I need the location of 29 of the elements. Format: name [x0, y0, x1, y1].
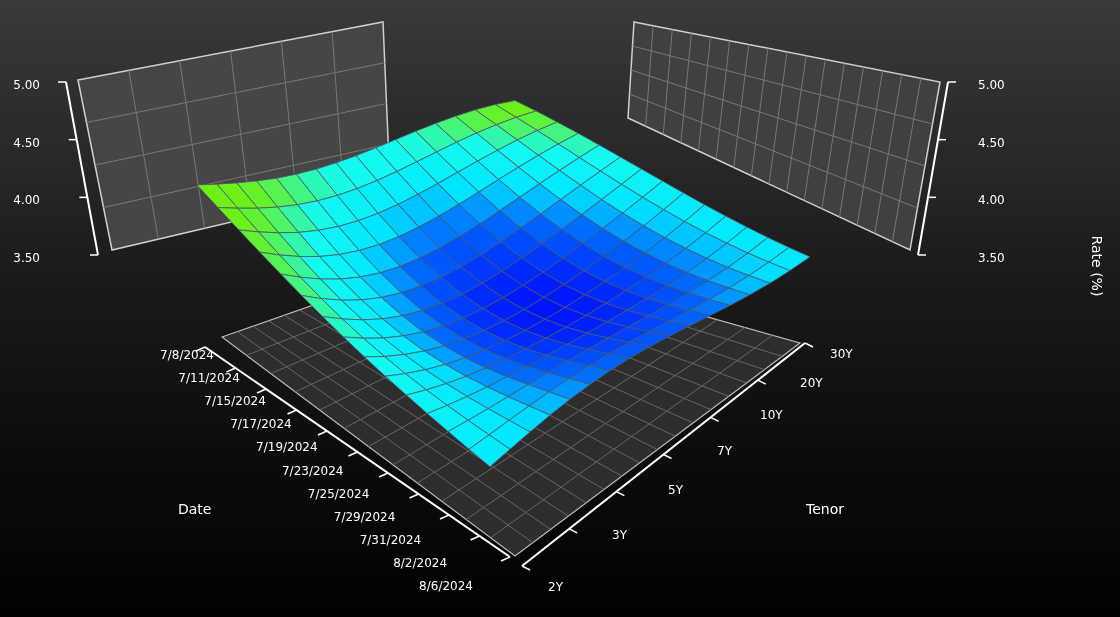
axis-tick-label: 8/6/2024: [419, 579, 473, 593]
axis-tick-label: 7/31/2024: [359, 532, 422, 547]
axis-tick-label: 7/15/2024: [204, 394, 266, 409]
axis-tick-label: 10Y: [760, 408, 783, 422]
axis-tick-label: 5.00: [978, 78, 1005, 92]
axis-tick-label: 20Y: [800, 376, 823, 390]
axis-tick-label: 7/11/2024: [178, 371, 240, 386]
axis-tick-label: 7Y: [717, 444, 732, 458]
axis-tick-label: 3.50: [978, 251, 1005, 265]
axis-tick-label: 5Y: [668, 483, 683, 497]
axis-tick-label: 7/23/2024: [281, 463, 344, 478]
axis-tick-label: 3.50: [13, 251, 40, 265]
axis-tick-label: 7/19/2024: [256, 440, 318, 455]
axis-title: Date: [178, 501, 212, 517]
axis-tick-label: 4.50: [13, 135, 40, 150]
axis-tick-label: 7/17/2024: [230, 417, 292, 432]
axis-tick-label: 7/29/2024: [333, 509, 396, 524]
axis-tick-label: 4.00: [978, 193, 1005, 208]
axis-tick-label: 3Y: [612, 528, 627, 542]
axis-tick-label: 2Y: [548, 580, 563, 594]
axis-tick-label: 4.00: [13, 193, 40, 208]
axis-tick-label: 4.50: [978, 135, 1005, 150]
axis-tick-label: 7/8/2024: [160, 348, 214, 362]
axis-tick-label: 8/2/2024: [393, 555, 448, 570]
axis-tick-label: 5.00: [13, 78, 40, 92]
axis-title: Tenor: [806, 501, 844, 517]
axis-title: Rate (%): [1089, 235, 1105, 297]
axis-tick-label: 7/25/2024: [307, 486, 370, 501]
axis-tick-label: 30Y: [830, 347, 853, 361]
